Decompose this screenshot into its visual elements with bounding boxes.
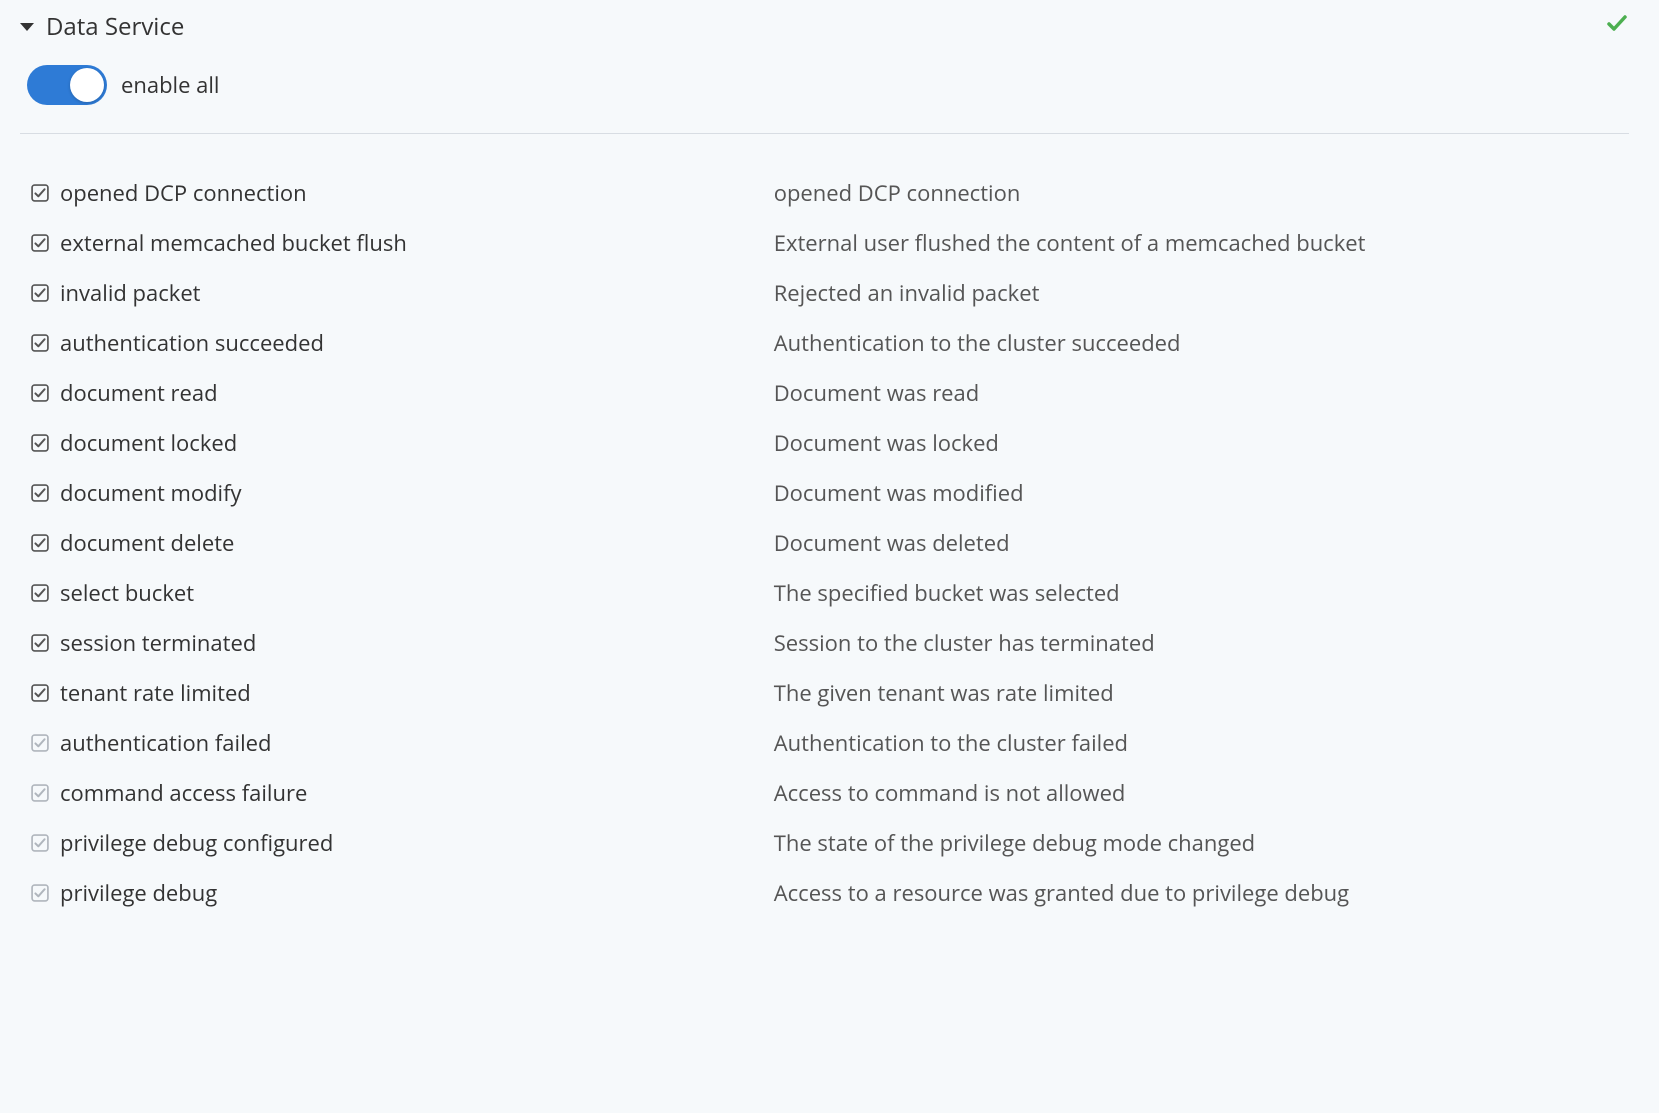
checkbox-icon	[30, 733, 50, 753]
event-label: invalid packet	[60, 278, 201, 308]
event-description: Document was deleted	[774, 518, 1629, 568]
event-left-cell: document delete	[30, 518, 774, 568]
checkbox-icon	[30, 833, 50, 853]
checkbox-icon[interactable]	[30, 633, 50, 653]
checkbox-icon[interactable]	[30, 533, 50, 553]
event-description: Document was modified	[774, 468, 1629, 518]
event-label: document delete	[60, 528, 234, 558]
event-description: Rejected an invalid packet	[774, 268, 1629, 318]
checkbox-icon[interactable]	[30, 683, 50, 703]
event-left-cell: invalid packet	[30, 268, 774, 318]
event-description: Access to command is not allowed	[774, 768, 1629, 818]
enable-all-row: enable all	[20, 65, 1629, 133]
event-left-cell: document locked	[30, 418, 774, 468]
event-left-cell: select bucket	[30, 568, 774, 618]
event-left-cell: command access failure	[30, 768, 774, 818]
event-left-cell: privilege debug	[30, 868, 774, 918]
event-label: document locked	[60, 428, 237, 458]
event-left-cell: session terminated	[30, 618, 774, 668]
event-label: document modify	[60, 478, 242, 508]
enable-all-toggle[interactable]	[27, 65, 107, 105]
event-left-cell: privilege debug configured	[30, 818, 774, 868]
event-description: Access to a resource was granted due to …	[774, 868, 1629, 918]
event-label: external memcached bucket flush	[60, 228, 407, 258]
checkbox-icon[interactable]	[30, 383, 50, 403]
toggle-thumb	[70, 68, 104, 102]
event-description: Session to the cluster has terminated	[774, 618, 1629, 668]
event-left-cell: tenant rate limited	[30, 668, 774, 718]
section-title[interactable]: Data Service	[46, 10, 184, 43]
event-description: Authentication to the cluster succeeded	[774, 318, 1629, 368]
checkbox-icon[interactable]	[30, 333, 50, 353]
event-label: select bucket	[60, 578, 194, 608]
event-description: Document was locked	[774, 418, 1629, 468]
event-label: privilege debug configured	[60, 828, 333, 858]
event-description: The specified bucket was selected	[774, 568, 1629, 618]
event-left-cell: authentication failed	[30, 718, 774, 768]
event-label: privilege debug	[60, 878, 217, 908]
event-label: authentication failed	[60, 728, 271, 758]
event-left-cell: document read	[30, 368, 774, 418]
event-left-cell: authentication succeeded	[30, 318, 774, 368]
event-description: opened DCP connection	[774, 168, 1629, 218]
checkbox-icon[interactable]	[30, 583, 50, 603]
event-description: External user flushed the content of a m…	[774, 218, 1629, 268]
event-label: tenant rate limited	[60, 678, 251, 708]
event-label: command access failure	[60, 778, 307, 808]
event-label: opened DCP connection	[60, 178, 307, 208]
checkbox-icon	[30, 783, 50, 803]
checkbox-icon[interactable]	[30, 433, 50, 453]
event-left-cell: opened DCP connection	[30, 168, 774, 218]
caret-down-icon[interactable]	[20, 23, 34, 31]
checkbox-icon[interactable]	[30, 483, 50, 503]
check-icon	[1605, 11, 1629, 42]
event-left-cell: document modify	[30, 468, 774, 518]
event-description: The given tenant was rate limited	[774, 668, 1629, 718]
checkbox-icon[interactable]	[30, 283, 50, 303]
divider	[20, 133, 1629, 134]
event-label: authentication succeeded	[60, 328, 324, 358]
checkbox-icon[interactable]	[30, 233, 50, 253]
section-header: Data Service	[20, 10, 1629, 43]
event-description: The state of the privilege debug mode ch…	[774, 818, 1629, 868]
event-left-cell: external memcached bucket flush	[30, 218, 774, 268]
enable-all-label: enable all	[121, 70, 219, 100]
checkbox-icon	[30, 883, 50, 903]
event-label: document read	[60, 378, 218, 408]
event-description: Authentication to the cluster failed	[774, 718, 1629, 768]
events-table: opened DCP connection opened DCP connecti…	[20, 168, 1629, 918]
checkbox-icon[interactable]	[30, 183, 50, 203]
event-description: Document was read	[774, 368, 1629, 418]
event-label: session terminated	[60, 628, 256, 658]
